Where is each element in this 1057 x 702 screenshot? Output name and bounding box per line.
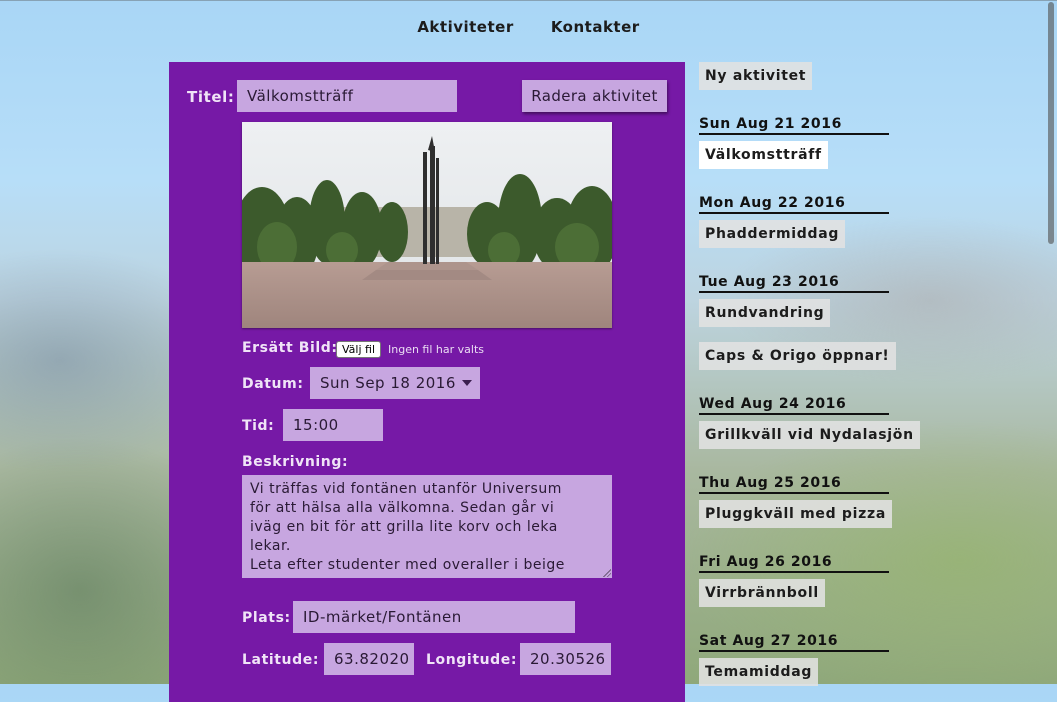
activity-edit-panel: Titel: Välkomstträff Radera aktivitet Er… [169, 62, 685, 702]
description-line: Leta efter studenter med overaller i bei… [250, 557, 565, 573]
file-status-text: Ingen fil har valts [388, 343, 484, 356]
description-line: för att hälsa alla välkomna. Sedan går v… [250, 500, 555, 516]
day-heading: Wed Aug 24 2016 [699, 396, 889, 415]
description-textarea[interactable]: Vi träffas vid fontänen utanför Universu… [242, 475, 612, 578]
replace-image-label: Ersätt Bild: [242, 340, 338, 356]
activity-item-phaddermiddag[interactable]: Phaddermiddag [699, 220, 846, 248]
activity-photo [242, 122, 612, 328]
date-select[interactable]: Sun Sep 18 2016 [310, 367, 480, 399]
longitude-input[interactable]: 20.30526 [520, 643, 611, 675]
delete-activity-button[interactable]: Radera aktivitet [522, 80, 667, 112]
window-top-border [0, 0, 1057, 1]
day-heading: Fri Aug 26 2016 [699, 554, 889, 573]
description-line: Vi träffas vid fontänen utanför Universu… [250, 481, 562, 497]
longitude-label: Longitude: [426, 652, 518, 668]
activity-item-temamiddag[interactable]: Temamiddag [699, 658, 819, 686]
day-heading: Sun Aug 21 2016 [699, 116, 889, 135]
resize-grip-icon[interactable] [603, 569, 611, 577]
description-label: Beskrivning: [242, 454, 349, 470]
description-line: iväg en bit för att grilla lite korv och… [250, 519, 558, 535]
day-heading: Thu Aug 25 2016 [699, 475, 889, 494]
description-line: lekar. [250, 538, 291, 554]
page-scrollbar[interactable] [1047, 0, 1055, 684]
day-heading: Tue Aug 23 2016 [699, 274, 889, 293]
latitude-label: Latitude: [242, 652, 320, 668]
day-heading: Mon Aug 22 2016 [699, 195, 889, 214]
nav-aktiviteter[interactable]: Aktiviteter [417, 18, 513, 36]
activity-item-pluggkvall[interactable]: Pluggkväll med pizza [699, 500, 892, 528]
activity-item-grillkvall[interactable]: Grillkväll vid Nydalasjön [699, 421, 920, 449]
date-select-value: Sun Sep 18 2016 [320, 374, 456, 392]
activity-item-valkomstraff[interactable]: Välkomstträff [699, 141, 828, 169]
main-nav: Aktiviteter Kontakter [0, 17, 1057, 36]
activity-item-virrbrannboll[interactable]: Virrbrännboll [699, 579, 825, 607]
day-heading: Sat Aug 27 2016 [699, 633, 889, 652]
nav-kontakter[interactable]: Kontakter [551, 18, 640, 36]
activity-item-caps-origo[interactable]: Caps & Origo öppnar! [699, 342, 896, 370]
time-label: Tid: [242, 418, 275, 434]
place-input[interactable]: ID-märket/Fontänen [293, 601, 575, 633]
new-activity-button[interactable]: Ny aktivitet [699, 62, 813, 90]
title-input[interactable]: Välkomstträff [237, 80, 457, 112]
activity-item-rundvandring[interactable]: Rundvandring [699, 299, 831, 327]
title-label: Titel: [187, 88, 235, 106]
time-input[interactable]: 15:00 [283, 409, 383, 441]
choose-file-button[interactable]: Välj fil [336, 341, 382, 358]
latitude-input[interactable]: 63.82020 [324, 643, 414, 675]
place-label: Plats: [242, 610, 291, 626]
fountain-photo-image [242, 122, 612, 328]
chevron-down-icon [462, 380, 472, 386]
scrollbar-thumb[interactable] [1048, 2, 1054, 244]
date-label: Datum: [242, 376, 304, 392]
